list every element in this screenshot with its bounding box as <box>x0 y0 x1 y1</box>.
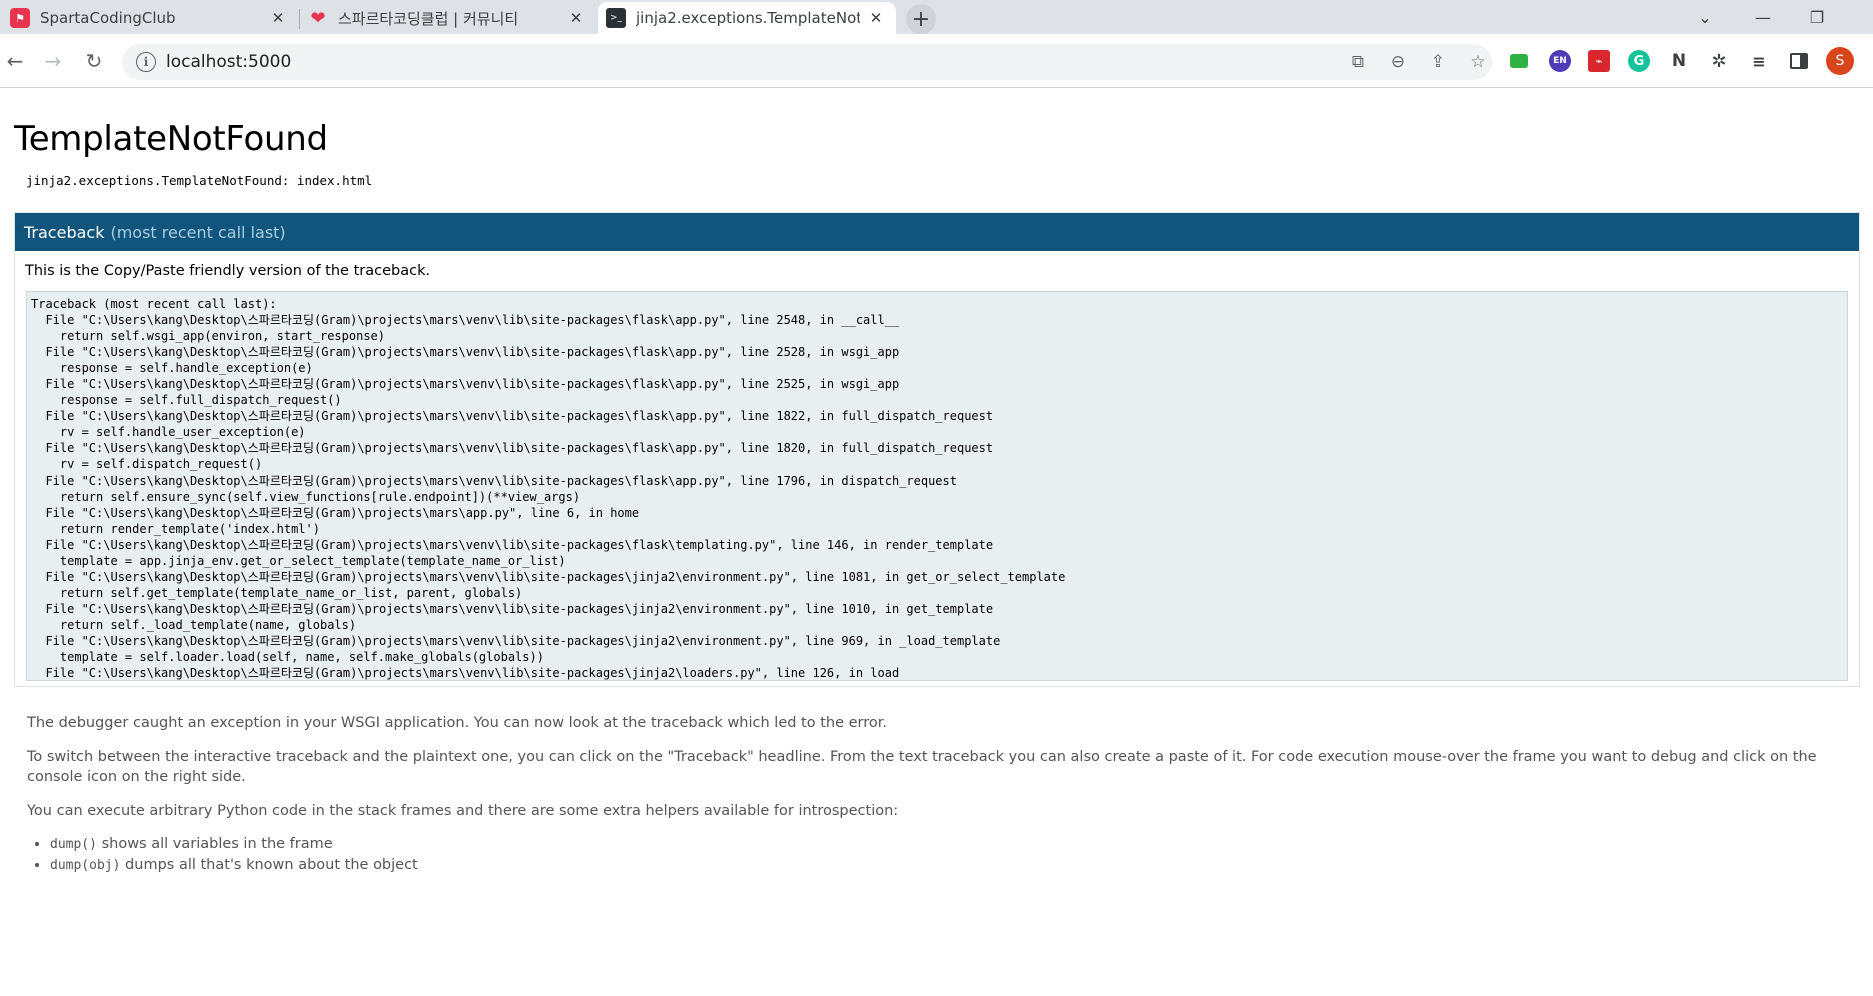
traceback-line: response = self.full_dispatch_request() <box>31 393 342 408</box>
traceback-line: return self.ensure_sync(self.view_functi… <box>31 489 581 504</box>
traceback-box: Traceback (most recent call last) This i… <box>14 212 1860 687</box>
traceback-line: File "C:\Users\kang\Desktop\스파르타코딩(Gram)… <box>31 377 900 392</box>
zoom-icon[interactable]: ⊖ <box>1387 51 1409 73</box>
green-screen-extension-icon[interactable] <box>1510 54 1528 68</box>
page-content: TemplateNotFound jinja2.exceptions.Templ… <box>0 89 1873 996</box>
new-tab-button[interactable]: + <box>906 4 936 34</box>
traceback-line: response = self.handle_exception(e) <box>31 361 313 376</box>
error-message: jinja2.exceptions.TemplateNotFound: inde… <box>26 173 373 188</box>
traceback-header-subtitle: (most recent call last) <box>110 222 286 242</box>
traceback-line: File "C:\Users\kang\Desktop\스파르타코딩(Gram)… <box>31 505 640 520</box>
side-panel-icon[interactable] <box>1790 53 1808 69</box>
helpers-list: dump() shows all variables in the frame … <box>50 834 418 876</box>
forward-button[interactable]: → <box>38 46 68 76</box>
restore-icon: ❐ <box>1809 7 1825 27</box>
traceback-line: template = app.jinja_env.get_or_select_t… <box>31 553 566 568</box>
tab-sparta-community[interactable]: ❤ 스파르타코딩클럽 | 커뮤니티 ✕ <box>300 2 596 34</box>
close-icon[interactable]: ✕ <box>866 8 886 28</box>
heart-logo-icon: ❤ <box>310 7 326 29</box>
en-extension-icon[interactable]: EN <box>1549 50 1571 72</box>
traceback-line: File "C:\Users\kang\Desktop\스파르타코딩(Gram)… <box>31 409 994 424</box>
helper-text: dumps all that's known about the object <box>120 857 418 873</box>
copy-paste-note: This is the Copy/Paste friendly version … <box>25 263 431 279</box>
traceback-line: File "C:\Users\kang\Desktop\스파르타코딩(Gram)… <box>31 473 957 488</box>
grammarly-extension-icon[interactable]: G <box>1628 50 1650 72</box>
traceback-line: File "C:\Users\kang\Desktop\스파르타코딩(Gram)… <box>31 441 994 456</box>
helper-code: dump(obj) <box>50 858 121 873</box>
share-icon[interactable]: ⇪ <box>1427 51 1449 73</box>
address-bar[interactable]: i localhost:5000 ⧉ ⊖ ⇪ ☆ <box>122 44 1492 80</box>
explanation-paragraph: The debugger caught an exception in your… <box>27 715 888 731</box>
terminal-icon: >_ <box>606 8 626 28</box>
plaintext-traceback[interactable]: Traceback (most recent call last): File … <box>26 291 1848 681</box>
explanation-paragraph: You can execute arbitrary Python code in… <box>27 803 899 819</box>
tab-sparta-coding-club[interactable]: ⚑ SpartaCodingClub ✕ <box>2 2 298 34</box>
plus-icon: + <box>911 6 931 32</box>
close-icon[interactable]: ✕ <box>268 8 288 28</box>
n-extension-icon[interactable]: N <box>1668 50 1690 72</box>
pdf-extension-icon[interactable]: ⌁ <box>1588 50 1610 72</box>
tab-title: 스파르타코딩클럽 | 커뮤니티 <box>338 9 519 28</box>
traceback-line: rv = self.dispatch_request() <box>31 457 263 472</box>
helper-code: dump() <box>50 837 97 852</box>
traceback-line: return self.get_template(template_name_o… <box>31 585 523 600</box>
list-item: dump() shows all variables in the frame <box>50 834 418 855</box>
arrow-left-icon: ← <box>6 49 24 73</box>
minimize-button[interactable]: — <box>1736 0 1790 34</box>
arrow-right-icon: → <box>44 49 62 73</box>
list-item: dump(obj) dumps all that's known about t… <box>50 855 418 876</box>
traceback-line: File "C:\Users\kang\Desktop\스파르타코딩(Gram)… <box>31 537 994 552</box>
sparta-logo-icon: ⚑ <box>10 8 30 28</box>
minimize-icon: — <box>1755 7 1771 27</box>
reload-icon: ↻ <box>85 49 103 73</box>
traceback-header[interactable]: Traceback (most recent call last) <box>15 213 1859 251</box>
close-icon[interactable]: ✕ <box>566 8 586 28</box>
traceback-line: Traceback (most recent call last): <box>31 297 277 311</box>
chevron-down-icon: ⌄ <box>1698 7 1712 27</box>
traceback-line: File "C:\Users\kang\Desktop\스파르타코딩(Gram)… <box>31 633 1001 648</box>
traceback-line: File "C:\Users\kang\Desktop\스파르타코딩(Gram)… <box>31 601 994 616</box>
page-title: TemplateNotFound <box>14 119 328 159</box>
traceback-line: File "C:\Users\kang\Desktop\스파르타코딩(Gram)… <box>31 666 900 681</box>
tab-strip: ⚑ SpartaCodingClub ✕ ❤ 스파르타코딩클럽 | 커뮤니티 ✕… <box>0 0 1873 34</box>
explanation-paragraph: To switch between the interactive traceb… <box>27 749 1817 785</box>
traceback-line: File "C:\Users\kang\Desktop\스파르타코딩(Gram)… <box>31 345 900 360</box>
traceback-line: File "C:\Users\kang\Desktop\스파르타코딩(Gram)… <box>31 569 1066 584</box>
tab-template-not-found[interactable]: >_ jinja2.exceptions.TemplateNotFou ✕ <box>598 2 896 34</box>
tab-search-button[interactable]: ⌄ <box>1678 0 1732 34</box>
bookmark-star-icon[interactable]: ☆ <box>1467 51 1489 73</box>
traceback-line: rv = self.handle_user_exception(e) <box>31 425 306 440</box>
traceback-line: return self._load_template(name, globals… <box>31 617 357 632</box>
tab-title: jinja2.exceptions.TemplateNotFou <box>636 9 860 27</box>
traceback-line: template = self.loader.load(self, name, … <box>31 650 544 665</box>
reload-button[interactable]: ↻ <box>79 46 109 76</box>
profile-avatar[interactable]: S <box>1826 47 1854 75</box>
tab-title: SpartaCodingClub <box>40 9 176 27</box>
back-button[interactable]: ← <box>0 46 30 76</box>
helper-text: shows all variables in the frame <box>96 836 333 852</box>
browser-toolbar: ← → ↻ i localhost:5000 ⧉ ⊖ ⇪ ☆ EN ⌁ G N … <box>0 34 1873 88</box>
traceback-line: File "C:\Users\kang\Desktop\스파르타코딩(Gram)… <box>31 313 900 328</box>
info-icon[interactable]: i <box>136 52 156 72</box>
translate-icon[interactable]: ⧉ <box>1347 51 1369 73</box>
traceback-header-title: Traceback <box>24 222 105 242</box>
restore-button[interactable]: ❐ <box>1790 0 1844 34</box>
url-text[interactable]: localhost:5000 <box>166 52 291 72</box>
traceback-line: return render_template('index.html') <box>31 521 320 536</box>
reading-list-icon[interactable]: ≡ <box>1748 50 1770 72</box>
puzzle-extension-icon[interactable]: ✲ <box>1708 50 1730 72</box>
traceback-line: return self.wsgi_app(environ, start_resp… <box>31 329 386 344</box>
